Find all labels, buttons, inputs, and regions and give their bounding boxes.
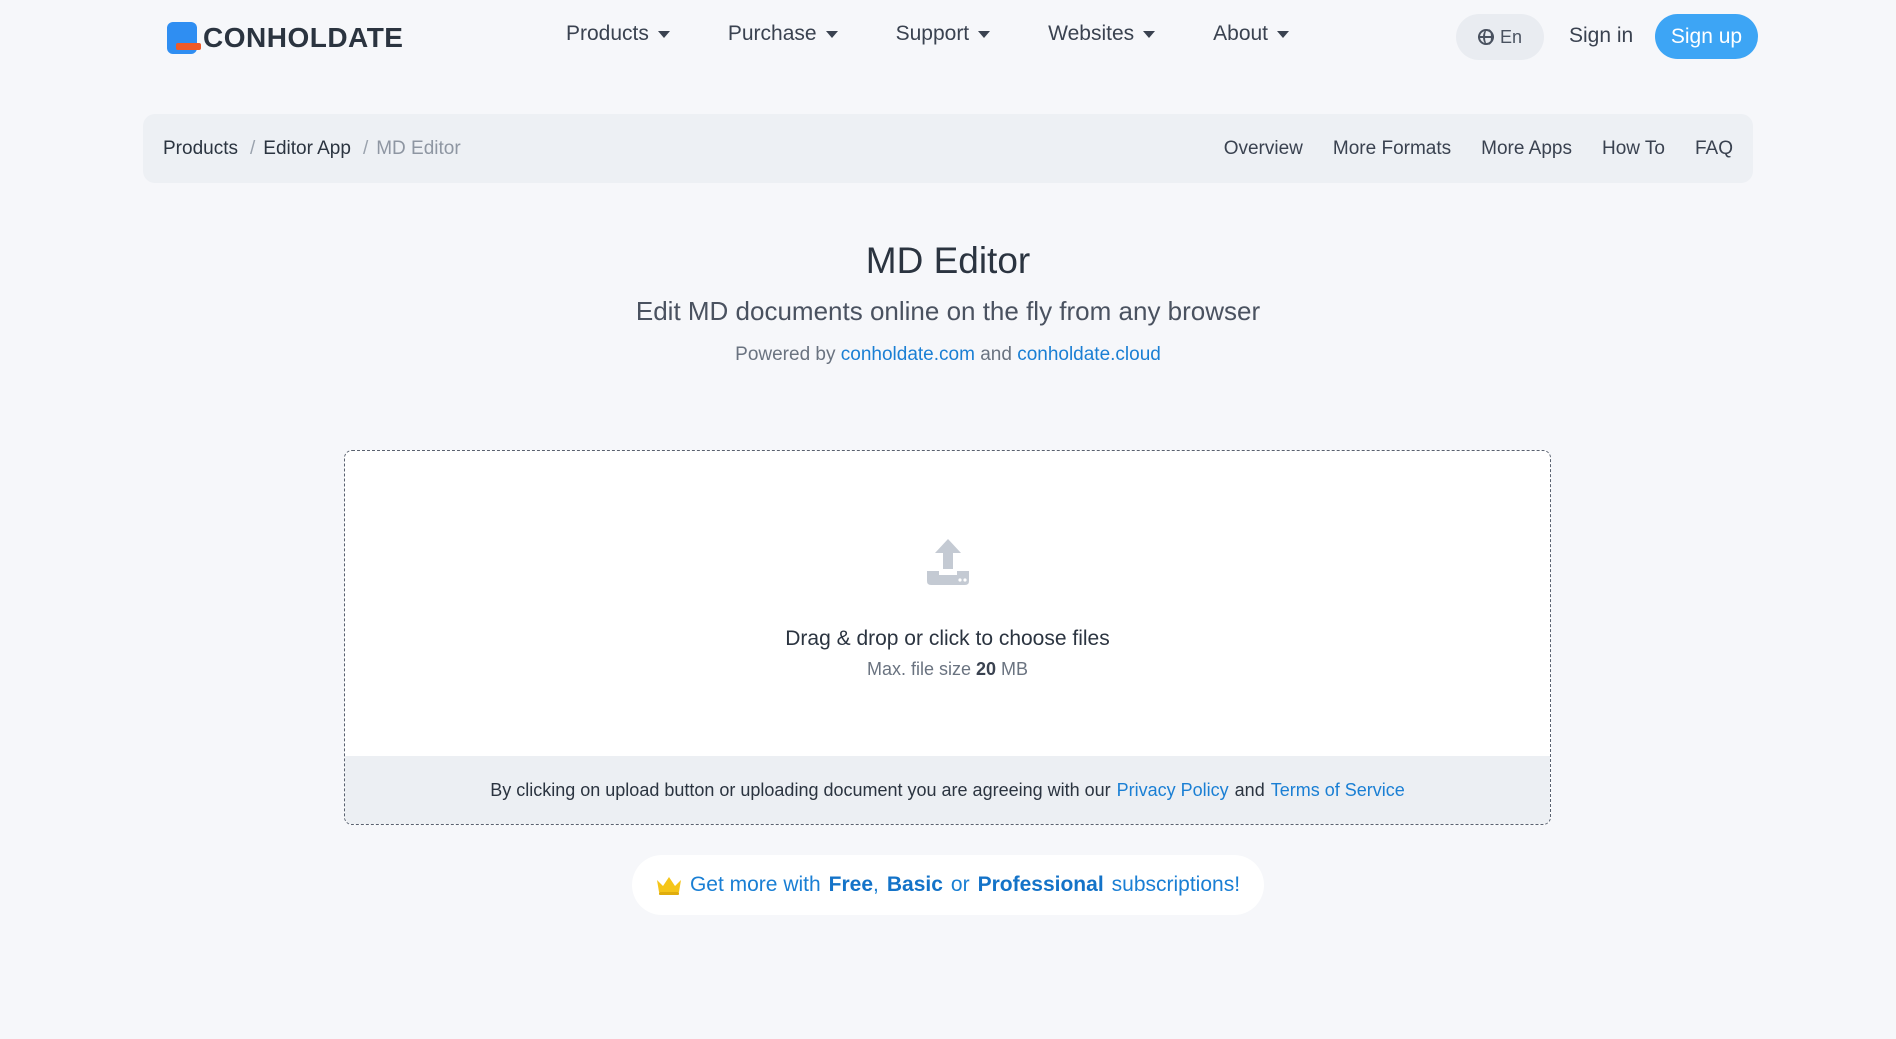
breadcrumb-separator: /: [362, 138, 369, 159]
nav-support-label: Support: [895, 22, 970, 45]
site-header: CONHOLDATE Products Purchase Support Web…: [0, 0, 1896, 74]
privacy-policy-link[interactable]: Privacy Policy: [1117, 780, 1229, 801]
crown-icon: [656, 877, 681, 895]
caret-down-icon: [978, 30, 991, 38]
powered-by: Powered by conholdate.com and conholdate…: [0, 344, 1896, 366]
plan-free: Free: [828, 873, 874, 896]
subnav-more-formats[interactable]: More Formats: [1333, 138, 1451, 160]
subnav-more-apps[interactable]: More Apps: [1481, 138, 1572, 160]
page-title: MD Editor: [865, 240, 1031, 281]
sign-up-button[interactable]: Sign up: [1655, 14, 1758, 59]
conholdate-com-link[interactable]: conholdate.com: [841, 344, 975, 365]
file-drop-zone[interactable]: Drag & drop or click to choose files Max…: [344, 450, 1551, 825]
promo-comma: ,: [873, 873, 879, 896]
breadcrumb-bar: Products / Editor App / MD Editor Overvi…: [143, 114, 1753, 183]
nav-purchase[interactable]: Purchase: [728, 22, 838, 46]
section-nav: Overview More Formats More Apps How To F…: [1224, 138, 1733, 160]
max-size-unit: MB: [1001, 659, 1029, 679]
max-size-value: 20: [976, 659, 997, 679]
nav-about-label: About: [1213, 22, 1269, 45]
subnav-how-to[interactable]: How To: [1602, 138, 1665, 160]
caret-down-icon: [1277, 30, 1290, 38]
terms-prefix: By clicking on upload button or uploadin…: [490, 779, 1111, 800]
language-selector[interactable]: En: [1456, 14, 1544, 60]
nav-websites[interactable]: Websites: [1048, 22, 1156, 46]
caret-down-icon: [825, 30, 838, 38]
brand-logo[interactable]: CONHOLDATE: [167, 20, 403, 56]
plan-professional: Professional: [977, 873, 1104, 896]
plan-basic: Basic: [886, 873, 943, 896]
breadcrumb-products[interactable]: Products: [163, 138, 238, 160]
logo-icon: [167, 22, 201, 54]
conholdate-cloud-link[interactable]: conholdate.cloud: [1017, 344, 1161, 365]
max-file-size: Max. file size 20 MB: [345, 659, 1550, 680]
breadcrumb-editor-app[interactable]: Editor App: [263, 138, 351, 160]
max-size-prefix: Max. file size: [866, 659, 971, 679]
subnav-faq[interactable]: FAQ: [1695, 138, 1733, 160]
page-subtitle: Edit MD documents online on the fly from…: [635, 296, 1261, 326]
breadcrumb: Products / Editor App / MD Editor: [163, 138, 461, 160]
terms-notice: By clicking on upload button or uploadin…: [345, 756, 1550, 824]
drop-instructions: Drag & drop or click to choose files: [785, 627, 1110, 650]
language-label: En: [1499, 26, 1523, 47]
nav-products-label: Products: [566, 22, 649, 45]
subscription-promo[interactable]: Get more with Free, Basic or Professiona…: [632, 855, 1264, 915]
powered-and: and: [980, 344, 1012, 365]
breadcrumb-separator: /: [249, 138, 256, 159]
terms-of-service-link[interactable]: Terms of Service: [1271, 780, 1405, 801]
promo-suffix: subscriptions!: [1111, 873, 1241, 896]
nav-purchase-label: Purchase: [727, 22, 817, 45]
sign-in-link[interactable]: Sign in: [1569, 24, 1633, 48]
caret-down-icon: [1143, 30, 1156, 38]
brand-name: CONHOLDATE: [203, 22, 404, 53]
nav-support[interactable]: Support: [896, 22, 991, 46]
caret-down-icon: [657, 30, 670, 38]
main-nav: Products Purchase Support Websites About: [566, 22, 1290, 46]
globe-icon: [1477, 29, 1494, 45]
promo-or: or: [950, 873, 970, 896]
terms-and: and: [1234, 779, 1265, 800]
breadcrumb-current: MD Editor: [376, 138, 461, 159]
nav-products[interactable]: Products: [566, 22, 670, 46]
promo-prefix: Get more with: [689, 873, 821, 896]
subnav-overview[interactable]: Overview: [1224, 138, 1303, 160]
nav-websites-label: Websites: [1048, 22, 1135, 45]
upload-icon: [927, 539, 969, 585]
nav-about[interactable]: About: [1213, 22, 1290, 46]
powered-prefix: Powered by: [735, 344, 836, 365]
